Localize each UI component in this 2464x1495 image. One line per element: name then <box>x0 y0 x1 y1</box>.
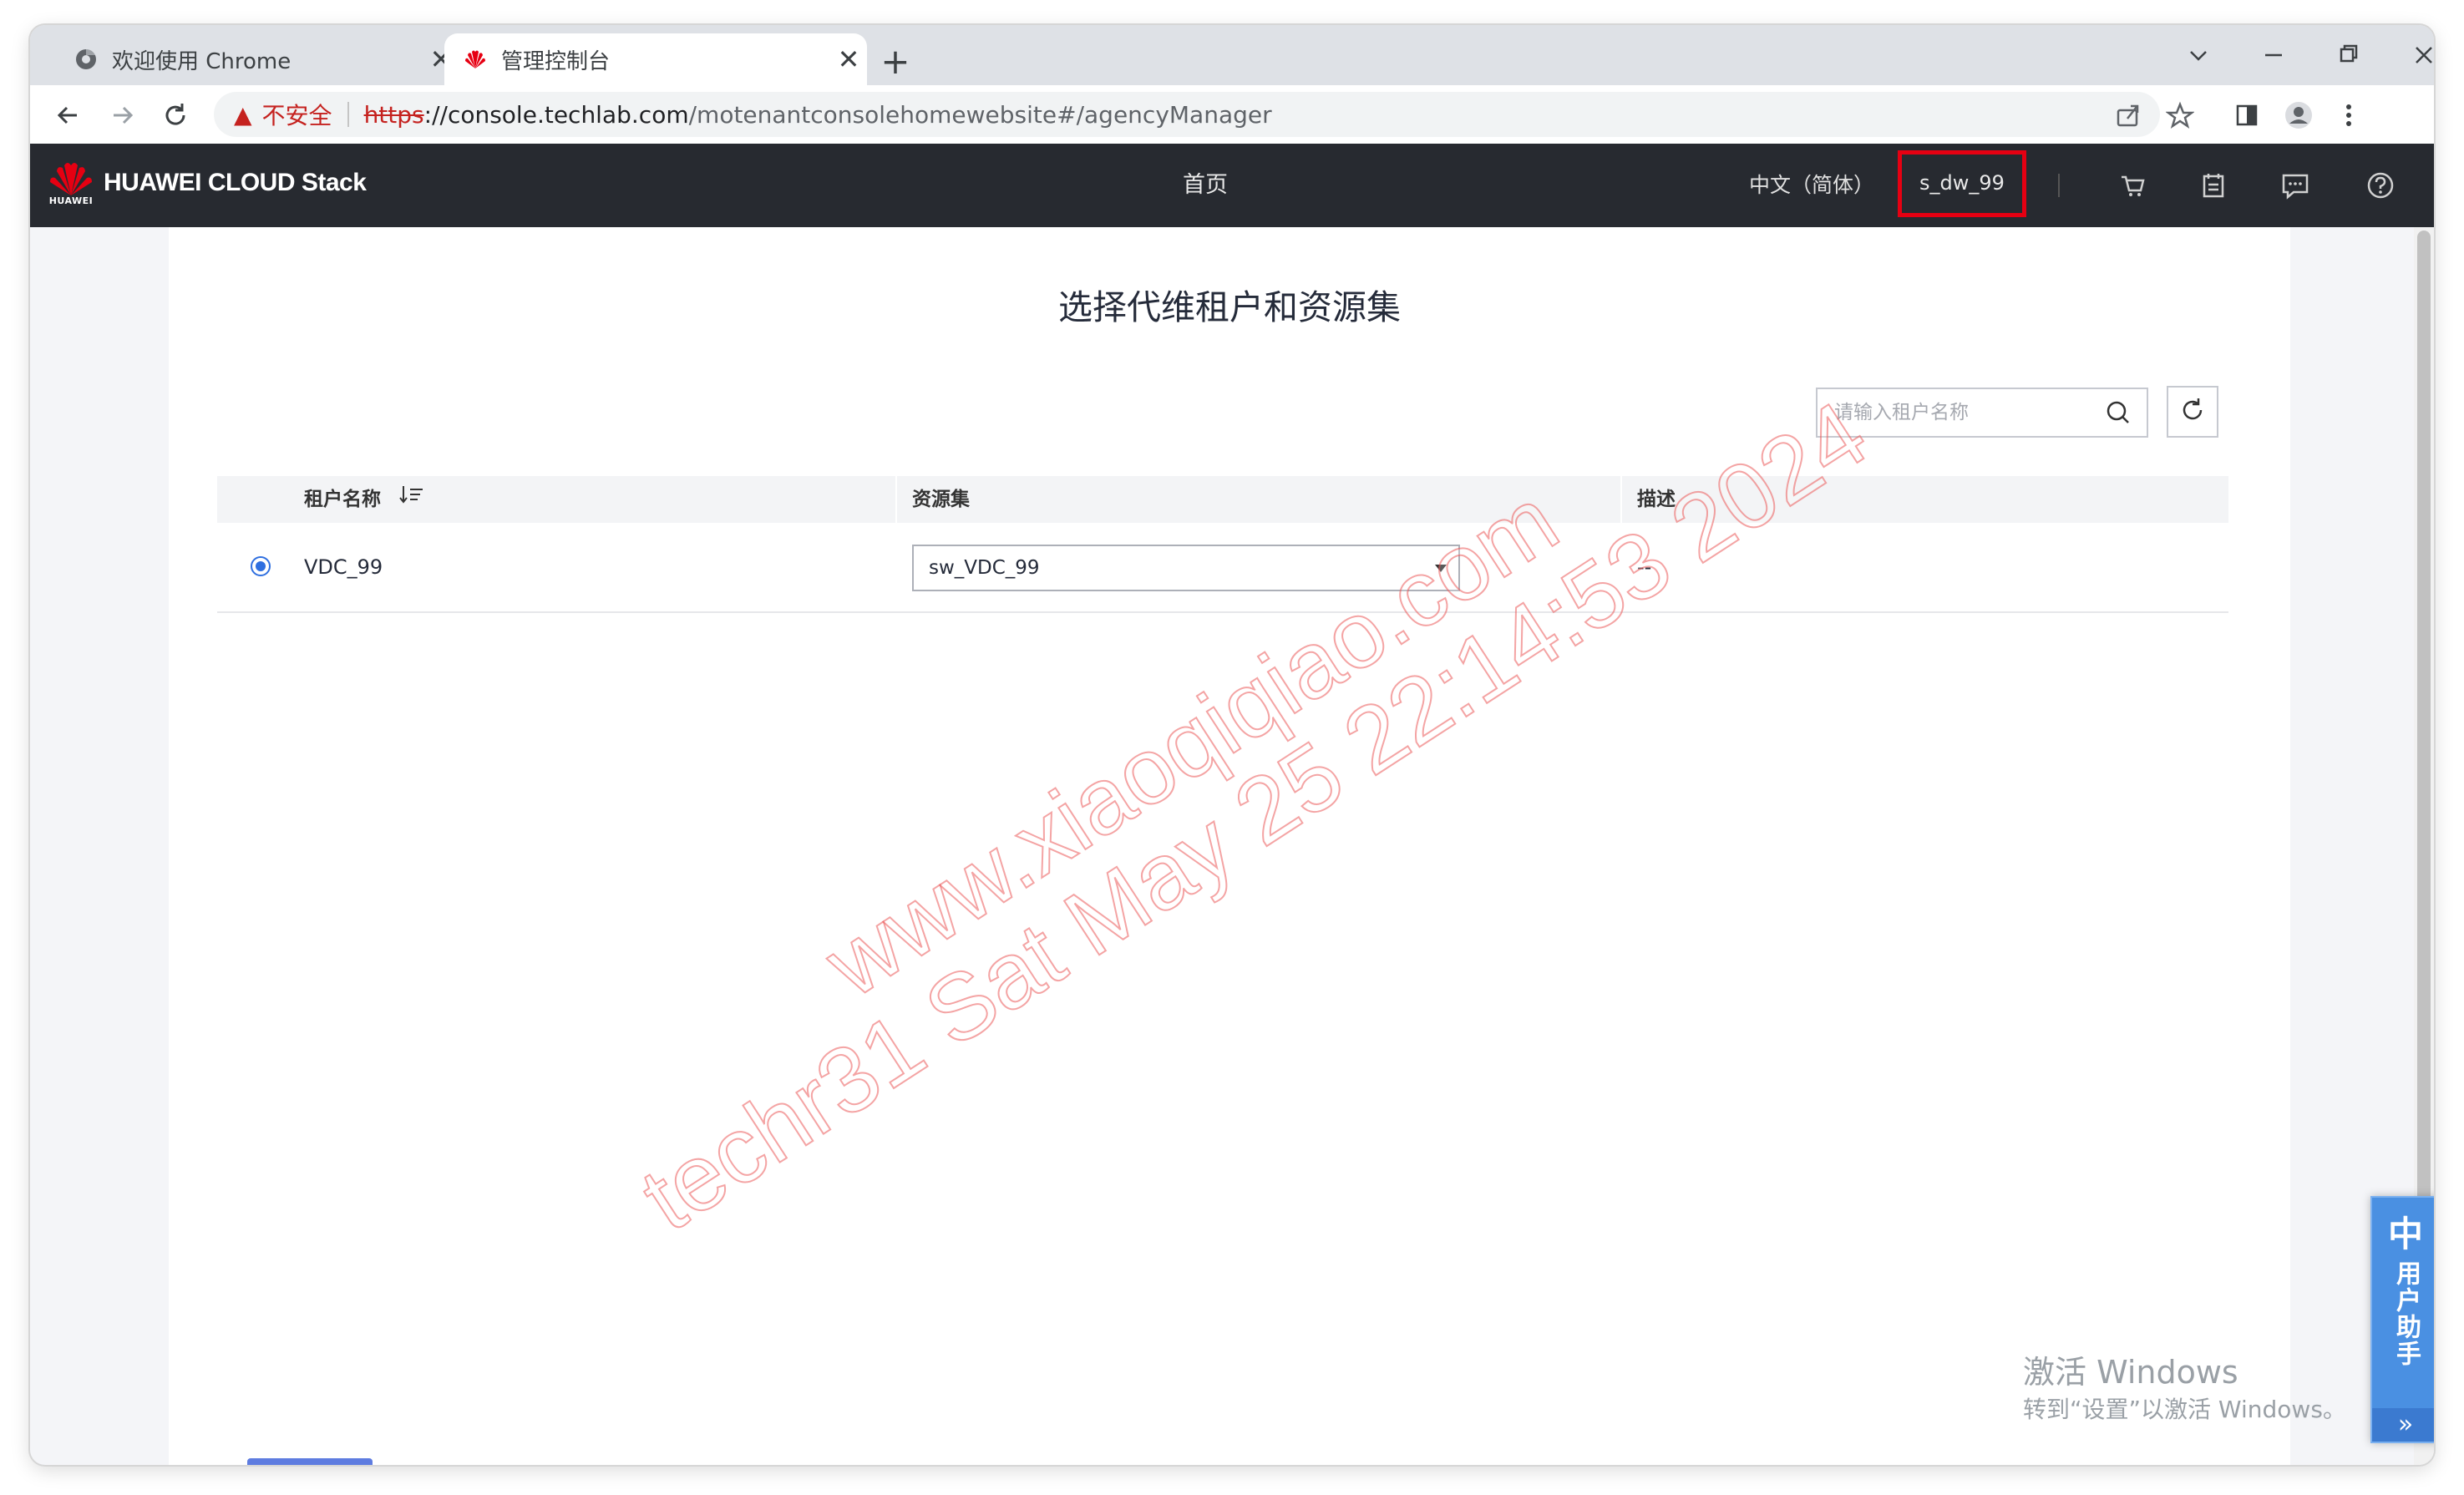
profile-avatar-icon[interactable] <box>2279 95 2319 135</box>
column-divider <box>895 476 897 523</box>
app-header: HUAWEI HUAWEI CLOUD Stack 首页 中文（简体） s_dw… <box>30 144 2434 227</box>
tab-label: 管理控制台 <box>501 48 611 74</box>
close-window-button[interactable] <box>2399 35 2434 75</box>
tenant-table: 租户名称 资源集 描述 VDC_99 sw_VDC_99 -- <box>217 476 2228 613</box>
share-icon[interactable] <box>2108 95 2148 135</box>
table-header: 租户名称 资源集 描述 <box>217 476 2228 523</box>
huawei-logo-icon <box>463 47 488 72</box>
tab-search-dropdown-icon[interactable] <box>2173 35 2223 75</box>
tab-strip: 欢迎使用 Chrome ✕ 管理控制台 ✕ + <box>30 25 2434 85</box>
header-divider <box>2058 174 2060 197</box>
helper-label: 用户助手 <box>2391 1260 2421 1367</box>
column-header-tenant[interactable]: 租户名称 <box>304 476 424 523</box>
page-title: 选择代维租户和资源集 <box>1058 287 1401 327</box>
bookmark-star-icon[interactable] <box>2160 95 2200 135</box>
menu-kebab-icon[interactable] <box>2329 95 2369 135</box>
activation-subtitle: 转到“设置”以激活 Windows。 <box>2023 1396 2346 1423</box>
main-content: 选择代维租户和资源集 租户名称 资源集 <box>169 227 2290 1465</box>
tenant-name: VDC_99 <box>304 555 383 579</box>
url-scheme: https <box>363 100 424 129</box>
warning-icon[interactable]: ▲ <box>234 101 252 129</box>
huawei-logo-icon: HUAWEI <box>47 159 95 206</box>
calendar-icon[interactable] <box>2193 165 2233 205</box>
brand[interactable]: HUAWEI HUAWEI CLOUD Stack <box>47 159 367 206</box>
tab-console[interactable]: 管理控制台 ✕ <box>444 33 867 85</box>
search-icon[interactable] <box>2098 393 2138 433</box>
refresh-button[interactable] <box>2167 386 2218 438</box>
divider <box>347 102 349 127</box>
chevron-down-icon[interactable] <box>1435 565 1447 572</box>
forward-icon[interactable] <box>102 95 142 135</box>
brand-name: HUAWEI CLOUD Stack <box>104 168 367 196</box>
user-menu[interactable]: s_dw_99 <box>1898 150 2026 217</box>
resource-set-select[interactable]: sw_VDC_99 <box>912 545 1460 591</box>
column-header-description: 描述 <box>1637 489 1676 510</box>
url-host: ://console.techlab.com <box>423 100 689 129</box>
column-header-resource-set: 资源集 <box>912 489 970 510</box>
user-assistant-widget[interactable]: 中 用户助手 » <box>2370 1196 2434 1443</box>
help-icon[interactable] <box>2360 165 2401 205</box>
language-switch[interactable]: 中文（简体） <box>1749 144 1874 227</box>
browser-window: 欢迎使用 Chrome ✕ 管理控制台 ✕ + ▲ 不安全 https://c… <box>30 25 2434 1465</box>
resource-set-value: sw_VDC_99 <box>929 557 1040 579</box>
activation-title: 激活 Windows <box>2023 1354 2238 1391</box>
close-tab-icon[interactable]: ✕ <box>830 43 867 75</box>
browser-toolbar: ▲ 不安全 https ://console.techlab.com /mote… <box>30 85 2434 144</box>
sort-icon[interactable] <box>399 477 424 524</box>
cart-icon[interactable] <box>2113 165 2153 205</box>
column-label: 租户名称 <box>304 489 381 510</box>
tenant-search <box>1816 388 2148 438</box>
address-bar[interactable]: ▲ 不安全 https ://console.techlab.com /mote… <box>214 92 2160 137</box>
reload-icon[interactable] <box>155 95 195 135</box>
search-input[interactable] <box>1833 401 2098 424</box>
restore-button[interactable] <box>2324 35 2374 75</box>
expand-chevron-icon[interactable]: » <box>2372 1408 2434 1442</box>
table-row[interactable]: VDC_99 sw_VDC_99 -- <box>217 523 2228 613</box>
message-icon[interactable] <box>2275 165 2315 205</box>
description-value: -- <box>1637 555 1652 579</box>
minimize-button[interactable] <box>2249 35 2299 75</box>
tab-label: 欢迎使用 Chrome <box>112 48 292 74</box>
url-path: /motenantconsolehomewebsite#/agencyManag… <box>688 100 1272 129</box>
confirm-button-partial[interactable] <box>247 1458 373 1465</box>
back-icon[interactable] <box>48 95 89 135</box>
tab-welcome-chrome[interactable]: 欢迎使用 Chrome ✕ <box>55 33 459 85</box>
refresh-icon <box>2176 393 2209 430</box>
side-panel-icon[interactable] <box>2227 95 2267 135</box>
new-tab-button[interactable]: + <box>874 40 917 84</box>
helper-top: 中 <box>2387 1214 2423 1254</box>
chrome-icon <box>74 47 99 72</box>
scrollbar-thumb[interactable] <box>2417 231 2431 1350</box>
column-divider <box>1620 476 1622 523</box>
nav-home[interactable]: 首页 <box>1183 144 1228 227</box>
brand-small: HUAWEI <box>48 195 94 206</box>
tenant-radio[interactable] <box>251 556 271 576</box>
security-label[interactable]: 不安全 <box>262 98 332 131</box>
